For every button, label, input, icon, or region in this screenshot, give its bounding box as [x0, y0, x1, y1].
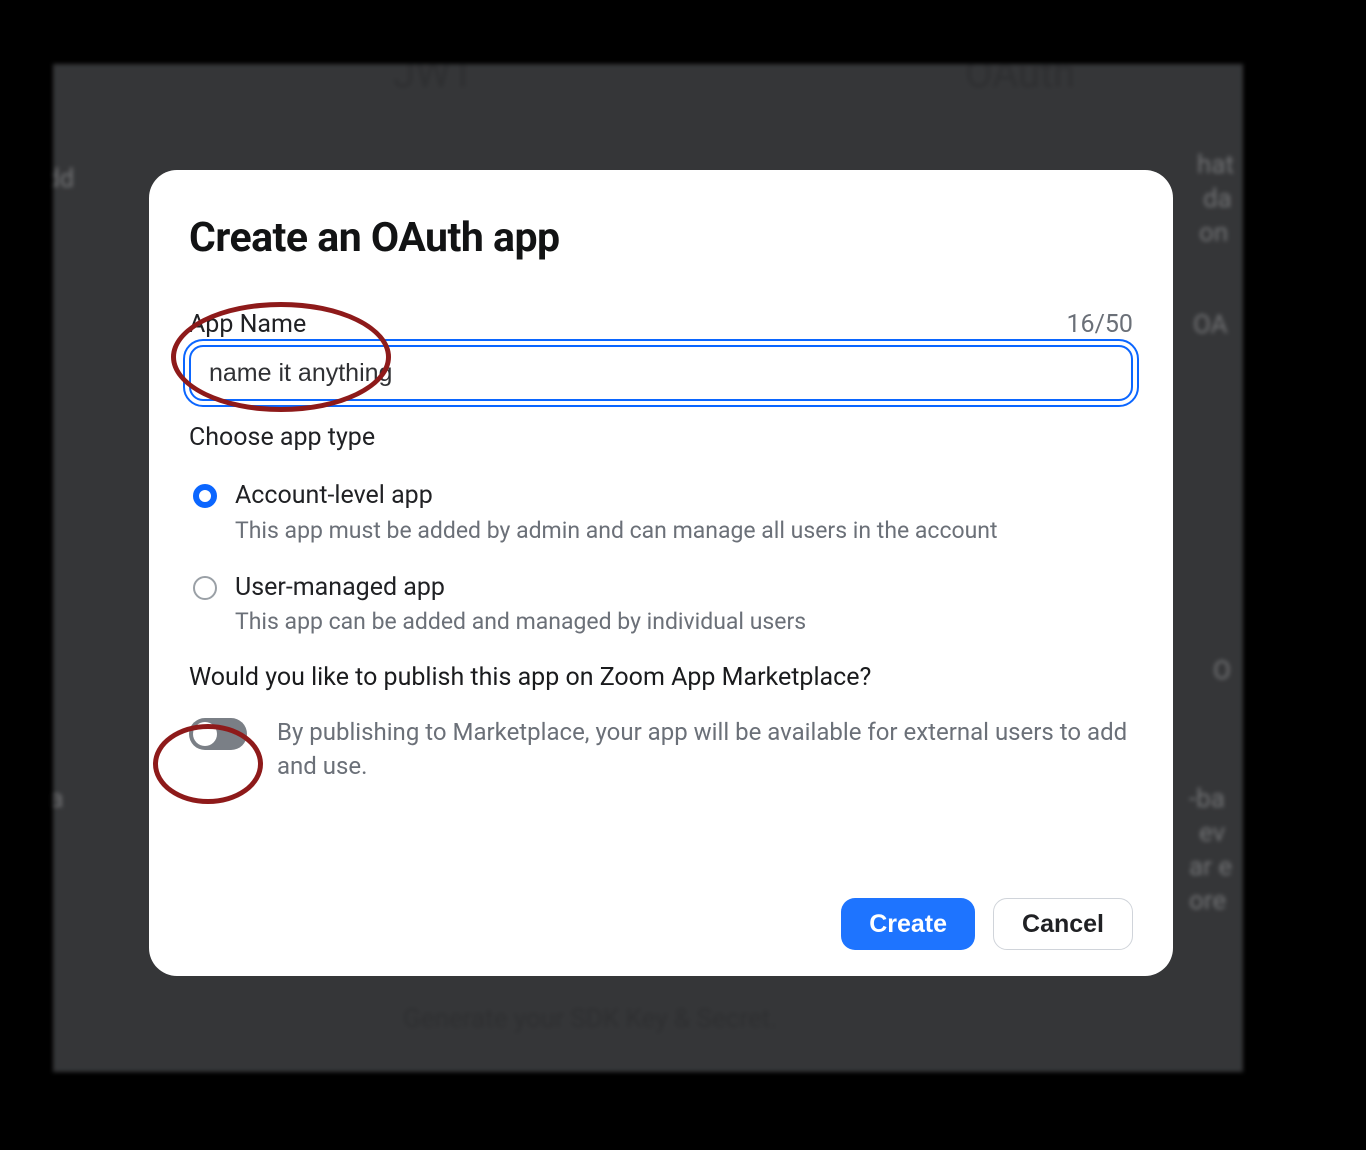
create-button[interactable]: Create [841, 898, 975, 950]
publish-toggle[interactable] [189, 718, 247, 750]
radio-account-level[interactable]: Account-level app This app must be added… [189, 480, 1133, 546]
radio-user-managed-title: User-managed app [235, 572, 806, 605]
bg-O: O [1213, 656, 1231, 686]
app-name-label: App Name [189, 310, 306, 339]
bg-right3: on [1199, 218, 1228, 248]
app-name-input[interactable] [189, 345, 1133, 401]
radio-user-managed-input[interactable] [193, 576, 217, 600]
choose-app-type-label: Choose app type [189, 423, 1133, 452]
radio-account-level-title: Account-level app [235, 480, 998, 513]
bg-jwt-label: JWT [393, 64, 475, 97]
bg-oauth-label: OAuth [965, 64, 1075, 97]
create-oauth-app-modal: Create an OAuth app App Name 16/50 Choos… [149, 170, 1173, 976]
bg-ha: ha [53, 784, 63, 814]
bg-right4: OA [1193, 310, 1228, 340]
bg-rl4: ore [1189, 886, 1226, 916]
app-name-char-count: 16/50 [1066, 310, 1133, 339]
cancel-button[interactable]: Cancel [993, 898, 1133, 950]
modal-title: Create an OAuth app [189, 214, 1133, 262]
radio-user-managed-desc: This app can be added and managed by ind… [235, 606, 806, 637]
bg-t: t. [53, 816, 54, 846]
bg-rl2: ev [1199, 818, 1225, 848]
toggle-knob [193, 722, 217, 746]
bg-left1: dd [53, 164, 74, 194]
radio-account-level-desc: This app must be added by admin and can … [235, 515, 998, 546]
bg-right1: hat [1197, 150, 1234, 180]
publish-question: Would you like to publish this app on Zo… [189, 663, 1133, 692]
bg-footer: Generate your SDK Key & Secret. [403, 1004, 777, 1034]
bg-rl3: ar e [1189, 852, 1232, 882]
radio-account-level-input[interactable] [193, 484, 217, 508]
publish-toggle-description: By publishing to Marketplace, your app w… [277, 716, 1133, 783]
bg-rl1: -ba [1189, 784, 1225, 814]
bg-right2: da [1203, 184, 1232, 214]
radio-user-managed[interactable]: User-managed app This app can be added a… [189, 572, 1133, 638]
